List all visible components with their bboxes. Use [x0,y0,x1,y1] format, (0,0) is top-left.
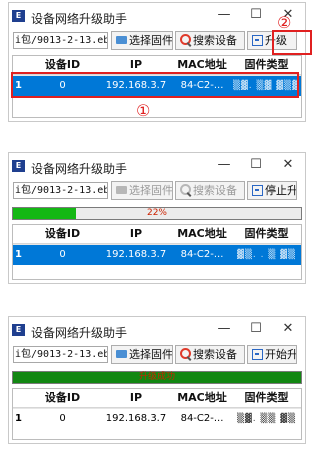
cell-ip: 192.168.3.7 [105,413,167,424]
annotation-box-upgrade [272,30,312,55]
select-firmware-label: 选择固件 [129,34,173,47]
cell-firmware-type: ▒▓. ▒▒ ▓▒ [236,414,297,424]
search-device-label: 搜索设备 [193,348,237,361]
cell-mac: 84-C2-... [180,249,224,260]
app-icon: E [12,324,25,336]
minimize-icon[interactable]: — [213,321,235,339]
search-icon [180,348,191,360]
select-firmware-label: 选择固件 [129,184,173,197]
header-mac[interactable]: MAC地址 [172,225,232,243]
header-index [13,225,25,243]
search-device-label: 搜索设备 [193,34,237,47]
toolbar: i包/9013-2-13.ebin 选择固件 搜索设备 开始升级 [9,344,305,366]
header-firmware-type[interactable]: 固件类型 [232,389,301,407]
header-firmware-type[interactable]: 固件类型 [232,225,301,243]
app-icon: E [12,10,25,22]
search-device-button[interactable]: 搜索设备 [175,181,245,200]
app-icon: E [12,160,25,172]
folder-icon [116,350,127,358]
folder-icon [116,36,127,44]
stop-upgrade-button[interactable]: 停止升级 [247,181,297,200]
table-row[interactable]: 1 0 192.168.3.7 84-C2-... ▒▓. ▒▒ ▓▒ [13,408,301,429]
close-icon[interactable]: ✕ [277,157,299,175]
toolbar: i包/9013-2-13.ebin 选择固件 搜索设备 停止升级 [9,180,305,202]
search-device-button[interactable]: 搜索设备 [175,345,245,364]
annotation-box-row [11,72,299,98]
save-icon [252,348,263,360]
upgrade-progress-bar: 升级成功 [12,371,302,384]
upgrade-progress-bar: 22% [12,207,302,220]
firmware-path-field[interactable]: i包/9013-2-13.ebin [13,182,108,199]
table-row[interactable]: 1 0 192.168.3.7 84-C2-... ▓▒. . ▒ ▓▒ [13,244,301,265]
window-title: 设备网络升级助手 [31,326,128,340]
search-icon [180,184,191,196]
select-firmware-label: 选择固件 [129,348,173,361]
device-table: 设备ID IP MAC地址 固件类型 1 0 192.168.3.7 84-C2… [12,388,302,440]
search-icon [180,34,191,46]
window-title: 设备网络升级助手 [31,12,128,26]
firmware-path-field[interactable]: i包/9013-2-13.ebin [13,346,108,363]
table-header: 设备ID IP MAC地址 固件类型 [13,225,301,244]
cell-device-id: 0 [59,413,66,424]
cell-mac: 84-C2-... [180,413,224,424]
minimize-icon[interactable]: — [213,157,235,175]
row-index: 1 [15,249,22,260]
close-icon[interactable]: ✕ [277,321,299,339]
search-device-button[interactable]: 搜索设备 [175,31,245,50]
table-header: 设备ID IP MAC地址 固件类型 [13,389,301,408]
cell-ip: 192.168.3.7 [105,249,167,260]
save-icon [252,184,263,196]
annotation-step-1: ① [136,101,151,120]
header-mac[interactable]: MAC地址 [172,389,232,407]
device-table: 设备ID IP MAC地址 固件类型 1 0 192.168.3.7 84-C2… [12,224,302,280]
maximize-icon[interactable]: ☐ [245,321,267,339]
title-bar[interactable]: E 设备网络升级助手 — ☐ ✕ [9,317,305,344]
minimize-icon[interactable]: — [213,7,235,25]
maximize-icon[interactable]: ☐ [245,7,267,25]
progress-label: 升级成功 [138,372,175,382]
select-firmware-button[interactable]: 选择固件 [111,31,173,50]
upgrade-window-3: E 设备网络升级助手 — ☐ ✕ i包/9013-2-13.ebin 选择固件 … [8,316,306,444]
header-ip[interactable]: IP [100,389,172,407]
select-firmware-button[interactable]: 选择固件 [111,181,173,200]
stop-upgrade-label: 停止升级 [265,184,297,197]
header-ip[interactable]: IP [100,225,172,243]
upgrade-window-1: E 设备网络升级助手 — ☐ ✕ i包/9013-2-13.ebin 选择固件 … [8,2,312,122]
header-device-id[interactable]: 设备ID [25,225,100,243]
header-index [13,389,25,407]
save-icon [252,34,263,46]
search-device-label: 搜索设备 [193,184,237,197]
select-firmware-button[interactable]: 选择固件 [111,345,173,364]
header-device-id[interactable]: 设备ID [25,389,100,407]
upgrade-window-2: E 设备网络升级助手 — ☐ ✕ i包/9013-2-13.ebin 选择固件 … [8,152,306,284]
firmware-path-field[interactable]: i包/9013-2-13.ebin [13,32,108,49]
cell-firmware-type: ▓▒. . ▒ ▓▒ [237,250,296,260]
cell-device-id: 0 [59,249,66,260]
start-upgrade-button[interactable]: 开始升级 [247,345,297,364]
row-index: 1 [15,413,22,424]
toolbar: i包/9013-2-13.ebin 选择固件 搜索设备 升级 [9,30,305,52]
window-title: 设备网络升级助手 [31,162,128,176]
folder-icon [116,186,127,194]
title-bar[interactable]: E 设备网络升级助手 — ☐ ✕ [9,3,305,30]
progress-label: 22% [146,208,167,218]
title-bar[interactable]: E 设备网络升级助手 — ☐ ✕ [9,153,305,180]
start-upgrade-label: 开始升级 [265,348,297,361]
annotation-step-2: ② [277,13,292,32]
maximize-icon[interactable]: ☐ [245,157,267,175]
